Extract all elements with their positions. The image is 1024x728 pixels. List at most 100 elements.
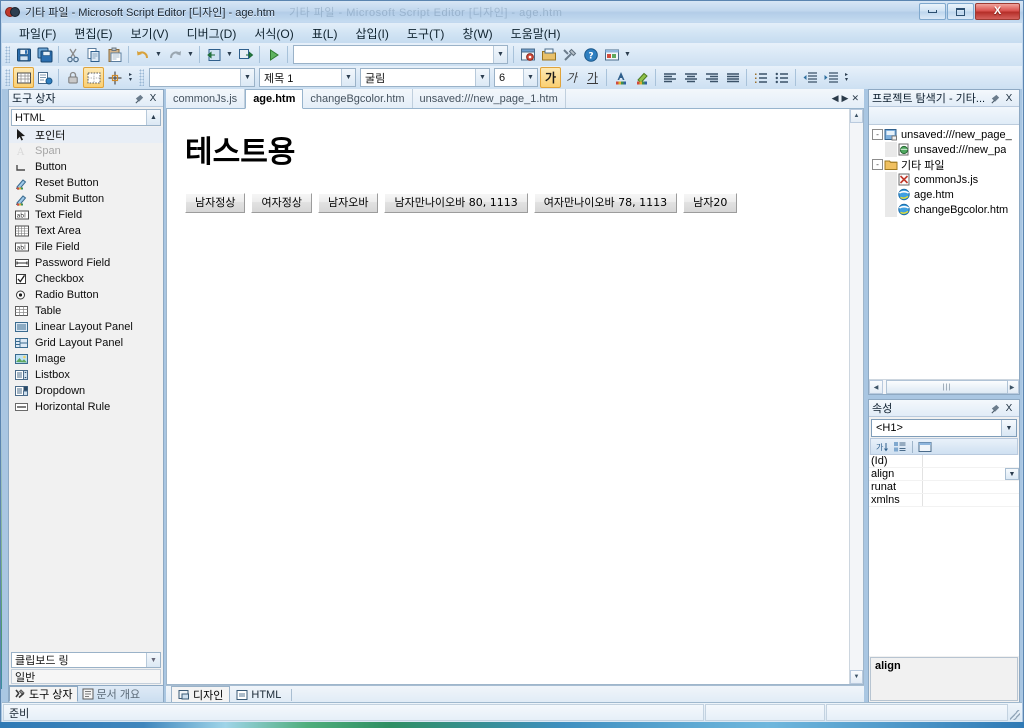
property-value[interactable]: ▼ (923, 468, 1019, 480)
page-button-0[interactable]: 남자정상 (185, 193, 246, 213)
project-explorer-toolbar[interactable] (869, 107, 1019, 125)
menu-item-2[interactable]: 보기(V) (121, 23, 177, 44)
toolbox-item-radio-button[interactable]: Radio Button (9, 287, 163, 303)
format-toolbar-grip[interactable] (5, 69, 10, 86)
toolbox-item-linear-layout-panel[interactable]: Linear Layout Panel (9, 319, 163, 335)
font-size-combo[interactable]: 6 ▼ (494, 68, 538, 87)
general-category[interactable]: 일반 (11, 669, 161, 684)
italic-button[interactable]: 가 (561, 67, 582, 88)
show-details-icon[interactable] (34, 67, 55, 88)
property-dropdown-arrow[interactable]: ▼ (1005, 468, 1019, 480)
properties-grid[interactable]: (Id) align ▼ runat xmlns (869, 455, 1019, 656)
properties-object-combo[interactable]: <H1> ▼ (871, 419, 1017, 437)
align-left-icon[interactable] (659, 67, 680, 88)
design-vertical-scrollbar[interactable]: ▲ ▼ (849, 109, 863, 684)
minimize-button[interactable] (919, 3, 946, 20)
toolbox-item-grid-layout-panel[interactable]: Grid Layout Panel (9, 335, 163, 351)
tree-expander-icon[interactable]: - (872, 129, 883, 140)
document-tab-1[interactable]: age.htm (245, 89, 304, 109)
menu-item-3[interactable]: 디버그(D) (178, 23, 246, 44)
increase-indent-icon[interactable] (820, 67, 841, 88)
project-tree[interactable]: - unsaved:///new_page_ unsaved:///new_pa - 기… (869, 125, 1019, 379)
toolbox-item-checkbox[interactable]: Checkbox (9, 271, 163, 287)
unordered-list-icon[interactable] (771, 67, 792, 88)
save-all-icon[interactable] (34, 44, 55, 65)
toolbar-grip[interactable] (5, 46, 10, 63)
maximize-button[interactable] (947, 3, 974, 20)
property-value[interactable] (923, 481, 1019, 493)
menu-item-7[interactable]: 도구(T) (398, 23, 453, 44)
toolbox-category-arrow[interactable]: ▲ (146, 110, 160, 125)
clipboard-ring-arrow[interactable]: ▼ (146, 653, 160, 667)
font-size-value[interactable]: 6 (495, 72, 523, 84)
style-dropdown-arrow[interactable]: ▼ (240, 69, 254, 86)
highlight-icon[interactable] (631, 67, 652, 88)
page-heading[interactable]: 테스트용 (185, 127, 835, 171)
project-scroll-left-button[interactable]: ◀ (869, 380, 883, 394)
tools-icon[interactable] (559, 44, 580, 65)
toolbox-item-table[interactable]: Table (9, 303, 163, 319)
menu-item-9[interactable]: 도움말(H) (502, 23, 570, 44)
close-button[interactable]: X (975, 3, 1020, 20)
page-button-1[interactable]: 여자정상 (251, 193, 312, 213)
toolbox-item-span[interactable]: A Span (9, 143, 163, 159)
block-format-combo[interactable]: 제목 1 ▼ (259, 68, 356, 87)
toolbox-item-button[interactable]: Button (9, 159, 163, 175)
tab-close-icon[interactable]: ✕ (851, 93, 859, 104)
cut-icon[interactable] (62, 44, 83, 65)
project-explorer-close-icon[interactable]: X (1002, 91, 1016, 105)
scroll-up-button[interactable]: ▲ (850, 109, 863, 123)
toolbox-item-[interactable]: 포인터 (9, 127, 163, 143)
tab-scroll-next-icon[interactable]: ▶ (842, 93, 849, 104)
toolbox-item-image[interactable]: Image (9, 351, 163, 367)
start-debug-icon[interactable] (263, 44, 284, 65)
menu-item-8[interactable]: 창(W) (453, 23, 501, 44)
project-scroll-track[interactable]: ||| (883, 380, 1008, 394)
navigate-dropdown-arrow[interactable]: ▼ (224, 44, 235, 65)
tree-node-0[interactable]: - unsaved:///new_page_ (869, 127, 1019, 142)
help-icon[interactable]: ? (580, 44, 601, 65)
toolbox-item-password-field[interactable]: Password Field (9, 255, 163, 271)
tree-node-4[interactable]: age.htm (869, 187, 1019, 202)
resize-grip[interactable] (1008, 703, 1022, 722)
page-button-5[interactable]: 남자20 (683, 193, 738, 213)
property-row-runat[interactable]: runat (869, 481, 1019, 494)
lock-icon[interactable] (62, 67, 83, 88)
find-dropdown-arrow[interactable]: ▼ (493, 46, 507, 63)
project-horizontal-scrollbar[interactable]: ◀ ||| ▶ (869, 379, 1019, 394)
clipboard-ring-combo[interactable]: 클립보드 링 ▼ (11, 652, 161, 668)
view-tab-0[interactable]: 디자인 (171, 686, 231, 703)
font-size-dropdown-arrow[interactable]: ▼ (523, 69, 537, 86)
categorized-icon[interactable] (892, 440, 908, 454)
tree-node-1[interactable]: unsaved:///new_pa (869, 142, 1019, 157)
menu-item-4[interactable]: 서식(O) (245, 23, 302, 44)
scroll-down-button[interactable]: ▼ (850, 670, 863, 684)
toolbar-overflow-arrow[interactable]: ▼ (622, 44, 633, 65)
font-family-dropdown-arrow[interactable]: ▼ (475, 69, 489, 86)
scroll-track[interactable] (850, 123, 863, 670)
font-color-icon[interactable] (610, 67, 631, 88)
page-button-4[interactable]: 여자만나이오바 78, 1113 (533, 193, 678, 213)
property-value[interactable] (923, 494, 1019, 506)
toolbox-item-file-field[interactable]: abl File Field (9, 239, 163, 255)
undo-icon[interactable] (132, 44, 153, 65)
copy-icon[interactable] (83, 44, 104, 65)
paste-icon[interactable] (104, 44, 125, 65)
redo-icon[interactable] (164, 44, 185, 65)
toolbox-close-icon[interactable]: X (146, 91, 160, 105)
design-canvas[interactable]: 테스트용 남자정상 여자정상 남자오바 남자만나이오바 80, 1113 여자만나이오바… (167, 109, 849, 684)
page-button-3[interactable]: 남자만나이오바 80, 1113 (384, 193, 528, 213)
toolbox-item-dropdown[interactable]: Dropdown (9, 383, 163, 399)
document-tab-2[interactable]: changeBgcolor.htm (303, 89, 413, 108)
design-surface[interactable]: 테스트용 남자정상 여자정상 남자오바 남자만나이오바 80, 1113 여자만나이오바… (166, 109, 864, 685)
tree-node-5[interactable]: changeBgcolor.htm (869, 202, 1019, 217)
toolbox-item-horizontal-rule[interactable]: Horizontal Rule (9, 399, 163, 415)
redo-dropdown-arrow[interactable]: ▼ (185, 44, 196, 65)
toolbox-item-text-area[interactable]: Text Area (9, 223, 163, 239)
project-scroll-thumb[interactable]: ||| (886, 380, 1008, 394)
align-center-icon[interactable] (680, 67, 701, 88)
format-toolbar-overflow-2[interactable]: ▸ ▾ (841, 67, 852, 88)
toolbox-item-reset-button[interactable]: Reset Button (9, 175, 163, 191)
find-combo[interactable]: ▼ (293, 45, 508, 64)
align-right-icon[interactable] (701, 67, 722, 88)
